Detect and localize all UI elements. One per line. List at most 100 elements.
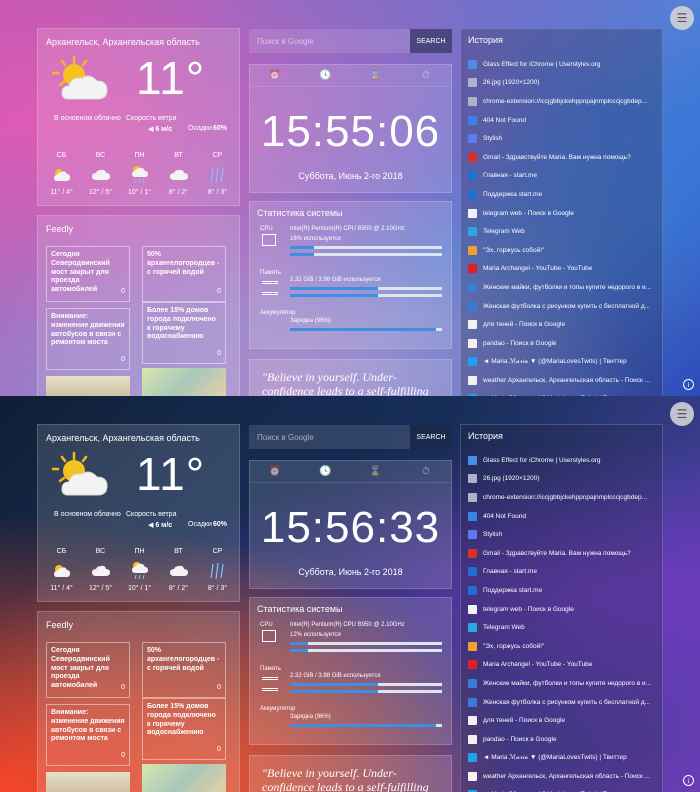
history-item[interactable]: Stylish bbox=[468, 525, 661, 544]
history-item[interactable]: Женская футболка с рисунком купить с бес… bbox=[468, 297, 661, 316]
history-item-title: Telegram Web bbox=[483, 624, 525, 632]
history-item[interactable]: 404 Not Found bbox=[468, 111, 661, 130]
history-item[interactable]: "Эх, горжусь собой!" bbox=[468, 241, 661, 260]
favicon-icon bbox=[468, 623, 477, 633]
feedly-title[interactable]: Feedly bbox=[46, 620, 73, 630]
feed-card[interactable]: Сегодня Северодвинский мост закрыт для п… bbox=[46, 642, 130, 698]
favicon-icon bbox=[468, 548, 477, 558]
feed-thumbnail[interactable] bbox=[142, 764, 226, 792]
history-item[interactable]: telegram web - Поиск в Google bbox=[468, 600, 661, 619]
alarm-icon[interactable]: ⏰ bbox=[250, 461, 300, 482]
feedly-title[interactable]: Feedly bbox=[46, 224, 73, 234]
history-item[interactable]: для теней - Поиск в Google bbox=[468, 711, 661, 730]
forecast-day-name: СР bbox=[212, 152, 223, 159]
search-input[interactable] bbox=[249, 425, 410, 449]
cpu-label: CPU bbox=[260, 622, 273, 628]
history-item[interactable]: Gmail - Здравствуйте Maria. Вам нужна по… bbox=[468, 148, 661, 167]
history-item[interactable]: pandao - Поиск в Google bbox=[468, 730, 661, 749]
history-item[interactable]: Maria Archangel - YouTube - YouTube bbox=[468, 260, 661, 279]
history-item[interactable]: Главная - start.me bbox=[468, 167, 661, 186]
feed-thumbnail[interactable] bbox=[46, 772, 130, 792]
history-title: История bbox=[468, 35, 503, 45]
search-button[interactable]: SEARCH bbox=[410, 29, 452, 53]
forecast-row: СБ 11° / 4° ВС 12° / 5° ПН 10° / 1° ВТ 8° / 2° С… bbox=[38, 152, 241, 196]
search-button[interactable]: SEARCH bbox=[410, 425, 452, 449]
history-item[interactable]: weather Архангельск, Архангельская облас… bbox=[468, 767, 661, 786]
hourglass-icon[interactable]: ⌛ bbox=[351, 65, 401, 86]
partly-cloudy-icon bbox=[43, 165, 81, 185]
history-item-title: ◄ Maria ℳ𝒶𝓇𝒾𝒶 ▼ (@MariaLovesTwits) | Тви… bbox=[483, 358, 627, 366]
history-item[interactable]: Glass Effect for iChrome | Userstyles.or… bbox=[468, 55, 661, 74]
feed-thumbnail[interactable] bbox=[46, 376, 130, 396]
cloud-icon bbox=[160, 561, 198, 581]
history-item[interactable]: для теней - Поиск в Google bbox=[468, 315, 661, 334]
history-item[interactable]: Gmail - Здравствуйте Maria. Вам нужна по… bbox=[468, 544, 661, 563]
hourglass-icon[interactable]: ⌛ bbox=[351, 461, 401, 482]
info-icon[interactable]: i bbox=[683, 775, 694, 786]
memory-usage-bar bbox=[290, 683, 442, 686]
weather-location[interactable]: Архангельск, Архангельская область bbox=[46, 37, 200, 47]
history-item[interactable]: 26.jpg (1920×1200) bbox=[468, 74, 661, 93]
clock-icon[interactable]: 🕓 bbox=[300, 461, 350, 482]
history-item[interactable]: Maria Archangel - YouTube - YouTube bbox=[468, 656, 661, 675]
cpu-name: Intel(R) Pentium(R) CPU B950 @ 2.10GHz bbox=[290, 226, 405, 232]
history-item-title: Glass Effect for iChrome | Userstyles.or… bbox=[483, 456, 601, 464]
feed-card[interactable]: Более 15% домов города подключено к горя… bbox=[142, 302, 226, 364]
search-input[interactable] bbox=[249, 29, 410, 53]
history-item[interactable]: telegram web - Поиск в Google bbox=[468, 204, 661, 223]
alarm-icon[interactable]: ⏰ bbox=[250, 65, 300, 86]
history-item-title: weather Архангельск, Архангельская облас… bbox=[483, 376, 651, 384]
history-item[interactable]: Женская футболка с рисунком купить с бес… bbox=[468, 693, 661, 712]
history-item[interactable]: chrome-extension://iccjgbbjckehppnpajnmp… bbox=[468, 92, 661, 111]
history-item-title: 26.jpg (1920×1200) bbox=[483, 79, 540, 87]
feed-thumbnail[interactable] bbox=[142, 368, 226, 396]
history-item[interactable]: ◄ Maria ℳ𝒶𝓇𝒾𝒶 ▼ (@MariaLovesTwits) | Тви… bbox=[468, 786, 661, 792]
feed-card[interactable]: Более 15% домов города подключено к горя… bbox=[142, 698, 226, 760]
history-item-title: Главная - start.me bbox=[483, 172, 537, 180]
menu-icon[interactable]: ☰ bbox=[670, 402, 694, 426]
info-icon[interactable]: i bbox=[683, 379, 694, 390]
history-widget: История Glass Effect for iChrome | Users… bbox=[460, 28, 663, 396]
forecast-day-name: ВТ bbox=[174, 548, 183, 555]
weather-location[interactable]: Архангельск, Архангельская область bbox=[46, 433, 200, 443]
history-item[interactable]: Поддержка start.me bbox=[468, 185, 661, 204]
feed-card[interactable]: Внимание: изменение движения автобусов в… bbox=[46, 704, 130, 766]
history-item[interactable]: Поддержка start.me bbox=[468, 581, 661, 600]
favicon-icon bbox=[468, 208, 477, 218]
feed-card[interactable]: 50% архангелогородцев - с горячей водой 0 bbox=[142, 642, 226, 698]
weather-condition: В основном облачно bbox=[54, 115, 121, 122]
history-item[interactable]: chrome-extension://iccjgbbjckehppnpajnmp… bbox=[468, 488, 661, 507]
history-item[interactable]: Главная - start.me bbox=[468, 563, 661, 582]
favicon-icon bbox=[468, 753, 477, 763]
stopwatch-icon[interactable]: ⏱ bbox=[401, 65, 451, 86]
history-item[interactable]: 404 Not Found bbox=[468, 507, 661, 526]
favicon-icon bbox=[468, 189, 477, 199]
history-item[interactable]: Женские майки, футболки и топы купите не… bbox=[468, 278, 661, 297]
history-item[interactable]: pandao - Поиск в Google bbox=[468, 334, 661, 353]
battery-fill bbox=[290, 724, 436, 727]
clock-icon[interactable]: 🕓 bbox=[300, 65, 350, 86]
stats-title: Статистика системы bbox=[257, 208, 343, 218]
history-item-title: для теней - Поиск в Google bbox=[483, 717, 566, 725]
history-item[interactable]: 26.jpg (1920×1200) bbox=[468, 470, 661, 489]
clock-time: 15:55:06 bbox=[260, 107, 441, 156]
system-stats-widget: Статистика системы CPU Intel(R) Pentium(… bbox=[249, 597, 452, 745]
history-item[interactable]: Женские майки, футболки и топы купите не… bbox=[468, 674, 661, 693]
clock-date: Суббота, Июнь 2-го 2018 bbox=[298, 567, 403, 577]
history-item[interactable]: Glass Effect for iChrome | Userstyles.or… bbox=[468, 451, 661, 470]
menu-icon[interactable]: ☰ bbox=[670, 6, 694, 30]
favicon-icon bbox=[468, 78, 477, 88]
feed-card[interactable]: 50% архангелогородцев - с горячей водой 0 bbox=[142, 246, 226, 302]
history-item-title: pandao - Поиск в Google bbox=[483, 735, 557, 743]
stopwatch-icon[interactable]: ⏱ bbox=[401, 461, 451, 482]
memory-usage-fill bbox=[290, 287, 379, 290]
history-item[interactable]: Telegram Web bbox=[468, 618, 661, 637]
history-item[interactable]: weather Архангельск, Архангельская облас… bbox=[468, 371, 661, 390]
history-item[interactable]: ◄ Maria ℳ𝒶𝓇𝒾𝒶 ▼ (@MariaLovesTwits) | Тви… bbox=[468, 353, 661, 372]
history-item[interactable]: "Эх, горжусь собой!" bbox=[468, 637, 661, 656]
history-item[interactable]: ◄ Maria ℳ𝒶𝓇𝒾𝒶 ▼ (@MariaLovesTwits) | Тви… bbox=[468, 749, 661, 768]
feed-card[interactable]: Сегодня Северодвинский мост закрыт для п… bbox=[46, 246, 130, 302]
history-item[interactable]: Stylish bbox=[468, 129, 661, 148]
history-item[interactable]: Telegram Web bbox=[468, 222, 661, 241]
feed-card[interactable]: Внимание: изменение движения автобусов в… bbox=[46, 308, 130, 370]
